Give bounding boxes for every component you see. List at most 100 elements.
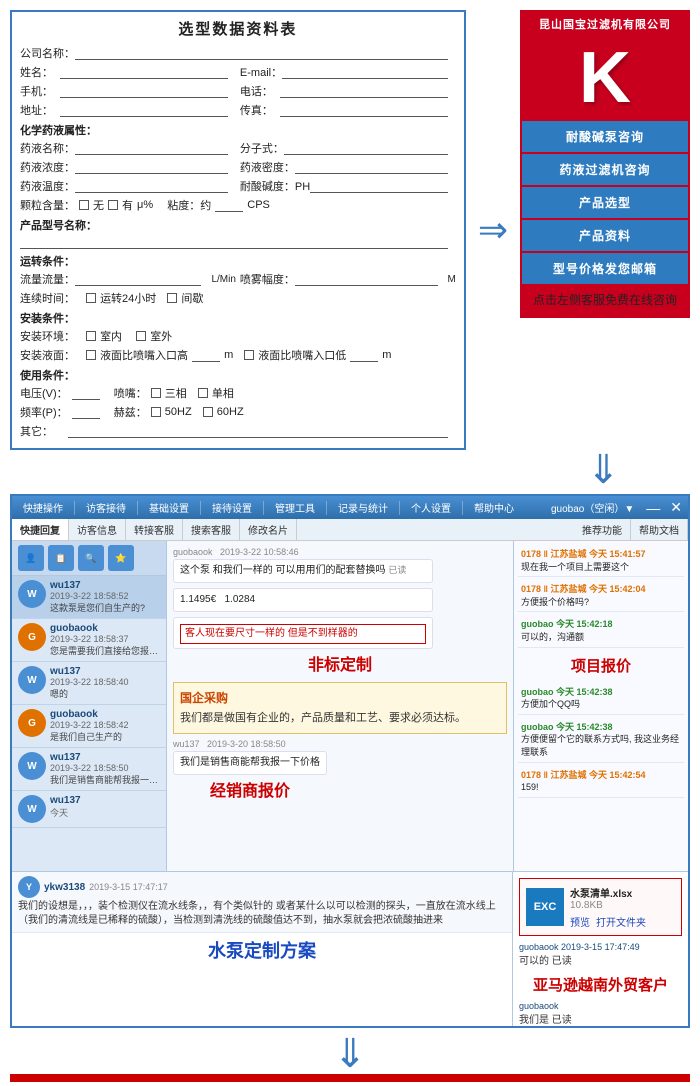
address-input[interactable] <box>60 103 228 117</box>
bottom-conv-item-0[interactable]: Y ykw3138 2019-3-15 17:47:17 我们的设想是，，，装个… <box>12 872 512 933</box>
toolbar-btn-5[interactable]: 记录与统计 <box>333 498 393 517</box>
menu-btn-4[interactable]: 型号价格发您邮箱 <box>522 253 688 284</box>
phone-input[interactable] <box>60 84 228 98</box>
mol-input[interactable] <box>284 141 448 155</box>
ph-label: 耐酸碱度：PH <box>240 178 310 194</box>
conv-icon-star[interactable]: ⭐ <box>108 545 134 571</box>
above-input[interactable] <box>192 348 220 362</box>
cb-single[interactable] <box>198 388 208 398</box>
msg-bubble-jingxiao: 我们是销售商能帮我报一下价格 <box>173 751 327 775</box>
nav-right-1[interactable]: 帮助文档 <box>631 519 688 540</box>
conv-info-0: wu137 2019-3-22 18:58:52 这款泵是您们自生产的? <box>50 580 160 614</box>
flow-label: 流量流量： <box>20 271 75 287</box>
email-input[interactable] <box>282 65 448 79</box>
cb-indoor[interactable] <box>86 331 96 341</box>
use-section-title: 使用条件： <box>20 367 456 383</box>
conc-input[interactable] <box>75 160 228 174</box>
density-input[interactable] <box>295 160 448 174</box>
user-info[interactable]: guobao（空闲）▼ <box>551 500 634 515</box>
chat-bottom: Y ykw3138 2019-3-15 17:47:17 我们的设想是，，，装个… <box>12 871 688 1026</box>
temp-input[interactable] <box>75 179 228 193</box>
conv-time-0: 2019-3-22 18:58:52 <box>50 591 160 601</box>
cb-intermit[interactable] <box>167 293 177 303</box>
freq-input[interactable] <box>72 405 100 419</box>
conv-avatar-3: G <box>18 709 46 737</box>
conv-item-0[interactable]: W wu137 2019-3-22 18:58:52 这款泵是您们自生产的? <box>12 576 166 619</box>
file-size: 10.8KB <box>570 900 646 911</box>
fax-input[interactable] <box>280 103 448 117</box>
close-btn[interactable]: ✕ <box>670 499 682 516</box>
conv-avatar-2: W <box>18 666 46 694</box>
cb-above[interactable] <box>86 350 96 360</box>
conv-item-5[interactable]: W wu137 今天 <box>12 791 166 828</box>
other-input[interactable] <box>68 424 448 438</box>
right-sender-1: 0178 ‖ 江苏盐城 今天 15:42:04 <box>521 584 646 594</box>
nav-btn-1[interactable]: 访客信息 <box>69 519 126 540</box>
toolbar-btn-4[interactable]: 管理工具 <box>270 498 320 517</box>
conv-time-3: 2019-3-22 18:58:42 <box>50 720 160 730</box>
file-open-btn[interactable]: 打开文件夹 <box>596 914 646 929</box>
msg-row-0: guobaook 2019-3-22 10:58:46 这个泵 和我们一样的 可… <box>173 547 507 583</box>
right-msg-3: guobao 今天 15:42:38 方便加个QQ吗 <box>518 683 684 715</box>
nav-btn-0[interactable]: 快捷回复 <box>12 519 69 540</box>
model-input[interactable] <box>20 235 448 249</box>
drug-name-input[interactable] <box>75 141 228 155</box>
chat-toolbar: 快捷操作 访客接待 基础设置 接待设置 管理工具 记录与统计 个人设置 帮助中心… <box>12 496 688 519</box>
menu-btn-2[interactable]: 产品选型 <box>522 187 688 218</box>
toolbar-btn-6[interactable]: 个人设置 <box>406 498 456 517</box>
conv-item-2[interactable]: W wu137 2019-3-22 18:58:40 嗯的 <box>12 662 166 705</box>
viscosity-input[interactable] <box>215 198 243 212</box>
ph-input[interactable] <box>310 179 448 193</box>
company-input[interactable] <box>75 46 448 60</box>
nav-btn-2[interactable]: 转接客服 <box>126 519 183 540</box>
file-preview-btn[interactable]: 预览 <box>570 914 590 929</box>
cb-none[interactable] <box>79 200 89 210</box>
right-msg-1: 0178 ‖ 江苏盐城 今天 15:42:04 方便报个价格吗? <box>518 580 684 612</box>
right-text-0: 现在我一个项目上需要这个 <box>521 562 629 572</box>
cb-50hz[interactable] <box>151 407 161 417</box>
menu-btn-0[interactable]: 耐酸碱泵咨询 <box>522 121 688 152</box>
conv-item-4[interactable]: W wu137 2019-3-22 18:58:50 我们是销售商能帮我报一下价… <box>12 748 166 791</box>
conv-item-3[interactable]: G guobaook 2019-3-22 18:58:42 是我们自己生产的 <box>12 705 166 748</box>
below-input[interactable] <box>350 348 378 362</box>
range-input[interactable] <box>295 272 438 286</box>
name-input[interactable] <box>60 65 228 79</box>
toolbar-btn-7[interactable]: 帮助中心 <box>469 498 519 517</box>
chat-nav: 快捷回复 访客信息 转接客服 搜索客服 修改名片 推荐功能 帮助文档 <box>12 519 688 541</box>
menu-btn-1[interactable]: 药液过滤机咨询 <box>522 154 688 185</box>
menu-btn-3[interactable]: 产品资料 <box>522 220 688 251</box>
minimize-btn[interactable]: — <box>646 500 660 516</box>
right-sender-3: guobao 今天 15:42:38 <box>521 687 613 697</box>
cb-have[interactable] <box>108 200 118 210</box>
voltage-input[interactable] <box>72 386 100 400</box>
conv-avatar-0: W <box>18 580 46 608</box>
conv-item-1[interactable]: G guobaook 2019-3-22 18:58:37 您是需要我们直接给您… <box>12 619 166 662</box>
chat-bottom-left: Y ykw3138 2019-3-15 17:47:17 我们的设想是，，，装个… <box>12 872 513 1026</box>
toolbar-btn-0[interactable]: 快捷操作 <box>18 498 68 517</box>
conv-icon-agents[interactable]: 👤 <box>18 545 44 571</box>
other-label: 其它： <box>20 423 68 439</box>
cb-60hz[interactable] <box>203 407 213 417</box>
cb-below[interactable] <box>244 350 254 360</box>
toolbar-btn-1[interactable]: 访客接待 <box>81 498 131 517</box>
nav-right-0[interactable]: 推荐功能 <box>574 519 631 540</box>
tel-input[interactable] <box>280 84 448 98</box>
conv-icon-search[interactable]: 🔍 <box>78 545 104 571</box>
toolbar-btn-2[interactable]: 基础设置 <box>144 498 194 517</box>
msg-row-1: 1.1495€ 1.0284 <box>173 588 507 612</box>
red-bar <box>10 1074 690 1082</box>
cb-24h[interactable] <box>86 293 96 303</box>
flow-unit: L/Min <box>211 274 235 285</box>
top-section: 选型数据资料表 公司名称： 姓名： E-mail： 手机： 电话： <box>0 0 700 450</box>
toolbar-btn-3[interactable]: 接待设置 <box>207 498 257 517</box>
cb-outdoor[interactable] <box>136 331 146 341</box>
nav-btn-3[interactable]: 搜索客服 <box>183 519 240 540</box>
cb-triple[interactable] <box>151 388 161 398</box>
file-name: 水泵清单.xlsx <box>570 885 646 900</box>
msg-sender-jingxiao: wu137 2019-3-20 18:58:50 <box>173 739 507 749</box>
conv-info-4: wu137 2019-3-22 18:58:50 我们是销售商能帮我报一下价格 <box>50 752 160 786</box>
company-panel: 昆山国宝过滤机有限公司 K 耐酸碱泵咨询 药液过滤机咨询 产品选型 产品资料 型… <box>520 10 690 318</box>
nav-btn-4[interactable]: 修改名片 <box>240 519 297 540</box>
flow-input[interactable] <box>75 272 201 286</box>
conv-icon-add[interactable]: 📋 <box>48 545 74 571</box>
